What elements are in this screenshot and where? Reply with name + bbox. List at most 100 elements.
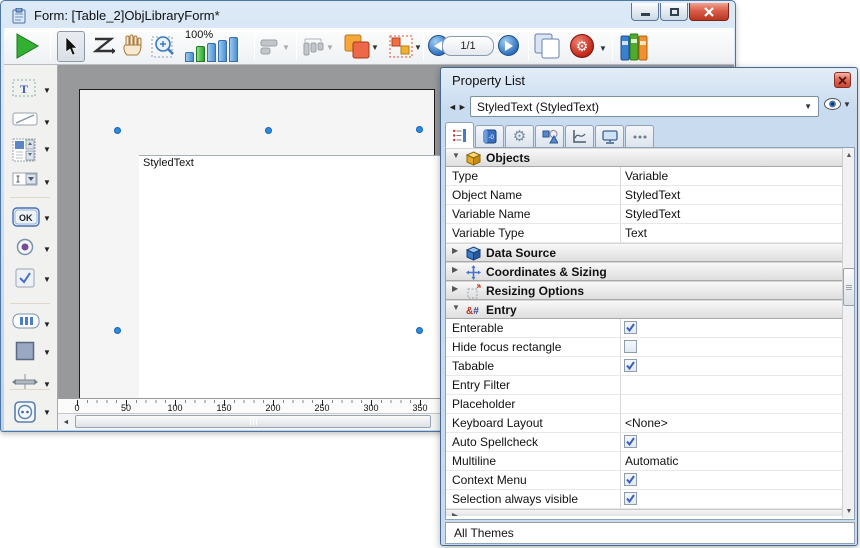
- group-tool-button[interactable]: ▼: [389, 35, 422, 59]
- theme-filter-bar[interactable]: All Themes: [445, 522, 855, 544]
- move-tool-button[interactable]: [121, 34, 145, 58]
- minimize-button[interactable]: [631, 3, 659, 21]
- line-tool[interactable]: ▼: [4, 109, 58, 135]
- level-dropdown-arrow[interactable]: ▼: [371, 43, 379, 52]
- button-grid-tool[interactable]: ▼: [4, 311, 58, 337]
- svg-text:-0: -0: [488, 135, 494, 141]
- selection-always-visible-checkbox[interactable]: [624, 492, 637, 505]
- object-library-button[interactable]: [620, 32, 650, 61]
- scrollbar-thumb[interactable]: [75, 415, 431, 428]
- chevron-down-icon[interactable]: ▼: [843, 100, 851, 109]
- enterable-checkbox[interactable]: [624, 321, 637, 334]
- collapse-icon[interactable]: [452, 303, 462, 312]
- dropdown-arrow[interactable]: ▼: [43, 145, 51, 154]
- form-pages-button[interactable]: [534, 33, 561, 60]
- expand-icon[interactable]: [452, 284, 462, 293]
- zoom-tool-button[interactable]: [151, 33, 177, 59]
- section-resizing-options[interactable]: Resizing Options: [446, 281, 842, 300]
- object-selector-dropdown[interactable]: StyledText (StyledText) ▼: [470, 96, 819, 117]
- view-options-button[interactable]: ▼: [824, 98, 851, 110]
- dropdown-arrow[interactable]: ▼: [43, 245, 51, 254]
- actions-menu-button[interactable]: ⚙: [570, 34, 594, 58]
- next-object-icon[interactable]: ►: [458, 102, 468, 112]
- property-grid-scrollbar[interactable]: ▲ ▼: [842, 148, 855, 518]
- dropdown-arrow[interactable]: ▼: [43, 348, 51, 357]
- close-button[interactable]: [689, 3, 729, 21]
- combobox-tool[interactable]: ▼: [4, 169, 58, 195]
- next-section-partial[interactable]: [446, 509, 842, 516]
- selection-handle-top-middle[interactable]: [265, 127, 272, 134]
- selection-handle-middle-right[interactable]: [416, 327, 423, 334]
- hide-focus-rectangle-checkbox[interactable]: [624, 340, 637, 353]
- scroll-up-icon[interactable]: ▲: [843, 148, 855, 162]
- panel-close-button[interactable]: [834, 72, 851, 88]
- distribute-tool-button[interactable]: ▼: [302, 36, 334, 58]
- context-menu-checkbox[interactable]: [624, 473, 637, 486]
- rectangle-tool[interactable]: ▼: [4, 339, 58, 365]
- selection-handle-middle-left[interactable]: [114, 327, 121, 334]
- dropdown-arrow[interactable]: ▼: [43, 408, 51, 417]
- prev-object-icon[interactable]: ◄: [448, 102, 458, 112]
- tab-settings[interactable]: ⚙: [505, 125, 534, 148]
- next-page-button[interactable]: [498, 35, 519, 56]
- zoom-bar-50[interactable]: [185, 52, 194, 62]
- radio-button-tool[interactable]: ▼: [4, 236, 58, 262]
- listbox-tool[interactable]: ▼: [4, 136, 58, 162]
- auto-spellcheck-checkbox[interactable]: [624, 435, 637, 448]
- tab-more[interactable]: [625, 125, 654, 148]
- scroll-left-icon[interactable]: ◄: [59, 415, 73, 429]
- zoom-bar-800[interactable]: [229, 37, 238, 62]
- expand-icon[interactable]: [452, 246, 462, 255]
- plugin-area-tool[interactable]: ▼: [4, 399, 58, 425]
- styledtext-object[interactable]: StyledText: [139, 155, 443, 398]
- tab-property-list[interactable]: [445, 122, 474, 148]
- align-tool-button[interactable]: ▼: [260, 38, 290, 56]
- group-dropdown-arrow[interactable]: ▼: [414, 43, 422, 52]
- section-data-source[interactable]: Data Source: [446, 243, 842, 262]
- tab-events[interactable]: [565, 125, 594, 148]
- dropdown-arrow[interactable]: ▼: [43, 178, 51, 187]
- section-entry[interactable]: &# Entry: [446, 300, 842, 319]
- dropdown-arrow[interactable]: ▼: [43, 118, 51, 127]
- zoom-bar-100[interactable]: [196, 46, 205, 62]
- tabable-checkbox[interactable]: [624, 359, 637, 372]
- form-page[interactable]: StyledText ▲: [79, 89, 435, 398]
- checkbox-tool[interactable]: ▼: [4, 266, 58, 292]
- button-tool[interactable]: OK ▼: [4, 205, 58, 231]
- selection-handle-top-right[interactable]: [416, 126, 423, 133]
- dropdown-arrow[interactable]: ▼: [43, 275, 51, 284]
- execute-form-button[interactable]: [13, 32, 41, 60]
- object-prev-next-buttons[interactable]: ◄►: [448, 99, 469, 114]
- section-objects[interactable]: Objects: [446, 148, 842, 167]
- scroll-down-icon[interactable]: ▼: [843, 504, 855, 518]
- page-indicator[interactable]: 1/1: [442, 36, 494, 56]
- distribute-dropdown-arrow[interactable]: ▼: [326, 43, 334, 52]
- tab-book[interactable]: -0: [475, 125, 504, 148]
- zoom-bar-400[interactable]: [218, 40, 227, 62]
- tab-objects[interactable]: [535, 125, 564, 148]
- collapse-icon[interactable]: [452, 151, 462, 160]
- dropdown-arrow[interactable]: ▼: [43, 86, 51, 95]
- cube-yellow-icon: [466, 151, 482, 166]
- scrollbar-thumb[interactable]: [843, 268, 855, 306]
- splitter-tool[interactable]: ▼: [4, 371, 58, 397]
- actions-dropdown-arrow[interactable]: ▼: [599, 44, 607, 53]
- selection-handle-top-left[interactable]: [114, 127, 121, 134]
- expand-icon[interactable]: [452, 265, 462, 274]
- align-dropdown-arrow[interactable]: ▼: [282, 43, 290, 52]
- level-tool-button[interactable]: ▼: [344, 34, 379, 60]
- dropdown-arrow[interactable]: ▼: [43, 214, 51, 223]
- maximize-button[interactable]: [660, 3, 688, 21]
- entry-order-tool-button[interactable]: [92, 36, 116, 56]
- dropdown-arrow[interactable]: ▼: [43, 320, 51, 329]
- section-coordinates-sizing[interactable]: Coordinates & Sizing: [446, 262, 842, 281]
- combobox-tool-icon: [12, 171, 38, 192]
- zoom-bar-200[interactable]: [207, 43, 216, 62]
- tab-display[interactable]: [595, 125, 624, 148]
- books-icon: [620, 32, 650, 61]
- zoom-bars-widget[interactable]: [185, 36, 247, 62]
- dropdown-arrow[interactable]: ▼: [43, 380, 51, 389]
- text-tool[interactable]: T ▼: [4, 77, 58, 103]
- pointer-tool-button[interactable]: [57, 31, 85, 62]
- titlebar[interactable]: Form: [Table_2]ObjLibraryForm*: [4, 3, 732, 28]
